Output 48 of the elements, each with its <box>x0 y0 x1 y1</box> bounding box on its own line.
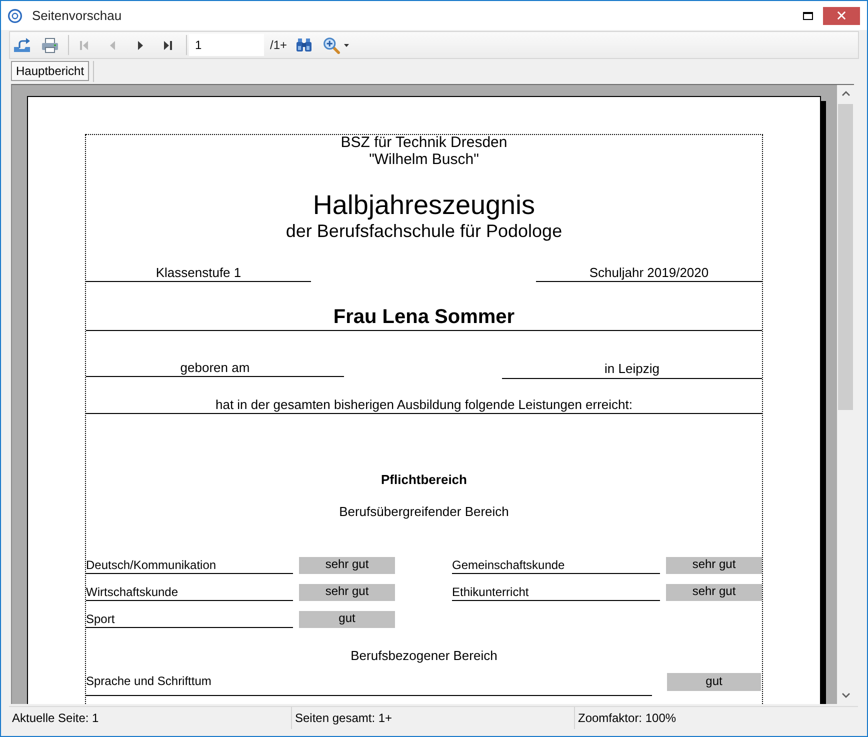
export-icon <box>13 37 31 53</box>
scrollbar-thumb[interactable] <box>838 104 853 410</box>
subject-label: Sprache und Schrifttum <box>86 673 652 696</box>
student-name: Frau Lena Sommer <box>86 305 762 331</box>
subject-label: Wirtschaftskunde <box>86 584 293 601</box>
birth-place-text: in Leipzig <box>502 360 762 379</box>
window-title: Seitenvorschau <box>32 8 122 23</box>
school-year-text: Schuljahr 2019/2020 <box>536 265 762 282</box>
school-name: BSZ für Technik Dresden <box>340 135 508 150</box>
next-page-icon <box>138 40 142 50</box>
subject-label: Sport <box>86 611 293 628</box>
subject-label: Gemeinschaftskunde <box>452 557 660 574</box>
printer-icon <box>41 38 59 52</box>
grade-cell: sehr gut <box>666 584 762 601</box>
close-button[interactable] <box>823 6 860 24</box>
chevron-down-icon <box>842 693 850 698</box>
grade-cell: gut <box>667 673 761 691</box>
last-page-icon <box>164 40 172 50</box>
circle-logo-icon <box>8 8 22 22</box>
subject-label: Ethikunterricht <box>452 584 660 601</box>
report-title: Halbjahreszeugnis <box>312 190 536 220</box>
section-heading: Pflichtbereich <box>380 472 468 488</box>
close-icon <box>837 11 846 20</box>
chevron-up-icon <box>842 91 850 96</box>
status-text: Aktuelle Seite: 1 <box>12 711 99 725</box>
group-heading: Berufsbezogener Bereich <box>350 648 498 664</box>
maximize-icon[interactable] <box>803 12 813 20</box>
grade-cell: sehr gut <box>299 584 395 601</box>
report-tab[interactable]: Hauptbericht <box>11 61 90 81</box>
page-number-field[interactable]: 1 <box>189 34 264 56</box>
first-page-icon <box>80 40 88 50</box>
birth-date-label: geboren am <box>86 360 344 377</box>
zoom-in-icon <box>323 36 340 54</box>
previous-page-icon <box>110 40 114 50</box>
class-level-text: Klassenstufe 1 <box>86 265 311 282</box>
grade-cell: sehr gut <box>299 557 395 574</box>
school-subtitle: "Wilhelm Busch" <box>368 150 480 169</box>
page-total-text: /1+ <box>270 38 288 52</box>
group-heading: Berufsübergreifender Bereich <box>338 504 510 520</box>
report-subtitle: der Berufsfachschule für Podologe <box>284 220 564 242</box>
caret-icon <box>344 44 350 46</box>
grade-cell: sehr gut <box>666 557 762 574</box>
binoculars-icon <box>296 38 312 52</box>
intro-text: hat in der gesamten bisherigen Ausbildung folgende Leistungen erreicht: <box>86 397 762 414</box>
status-text: Zoomfaktor: 100% <box>578 711 676 725</box>
grade-cell: gut <box>299 611 395 628</box>
status-text: Seiten gesamt: 1+ <box>295 711 392 725</box>
subject-label: Deutsch/Kommunikation <box>86 557 293 574</box>
